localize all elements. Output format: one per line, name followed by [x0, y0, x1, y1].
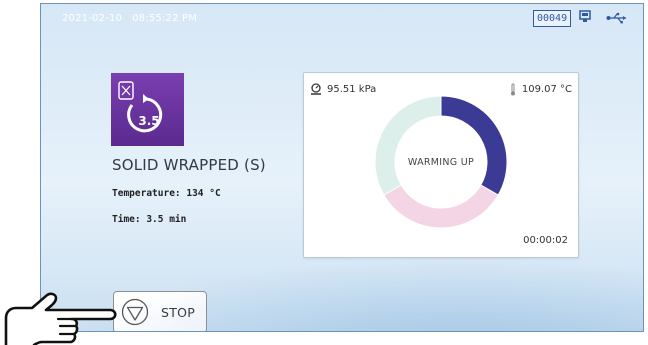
- stop-button[interactable]: STOP: [113, 291, 207, 331]
- cycle-phase-label: WARMING UP: [407, 156, 475, 168]
- cycle-counter: 00049: [533, 10, 572, 27]
- status-time: 08:55:22 PM: [132, 13, 198, 24]
- temperature-value: 109.07 °C: [521, 84, 572, 95]
- stop-icon: [121, 298, 149, 326]
- pressure-value: 95.51 kPa: [327, 83, 377, 95]
- wrapped-instrument-icon: 3.5: [118, 81, 163, 133]
- pointing-hand-icon: [4, 292, 117, 345]
- elapsed-time: 00:00:02: [523, 235, 568, 246]
- program-time: Time: 3.5 min: [112, 214, 187, 225]
- temperature-reading: 109.07 °C: [509, 83, 572, 96]
- program-temperature: Temperature: 134 °C: [112, 188, 221, 199]
- touchscreen: 2021-02-10 08:55:22 PM 00049 3.5 SOLID WR…: [40, 3, 644, 332]
- status-date: 2021-02-10: [62, 13, 123, 24]
- program-name: SOLID WRAPPED (S): [112, 156, 266, 174]
- usb-icon: [606, 12, 626, 24]
- cycle-status-panel: 95.51 kPa 109.07 °C WARMING UP 00:00:02: [303, 72, 579, 258]
- status-datetime: 2021-02-10 08:55:22 PM: [62, 13, 197, 24]
- pressure-reading: 95.51 kPa: [310, 83, 376, 95]
- stop-button-label: STOP: [161, 304, 196, 320]
- printer-icon[interactable]: [578, 10, 592, 24]
- program-icon[interactable]: 3.5: [111, 73, 184, 146]
- pressure-gauge-icon: [311, 83, 321, 95]
- program-icon-badge: 3.5: [138, 114, 159, 128]
- thermometer-icon: [510, 83, 515, 96]
